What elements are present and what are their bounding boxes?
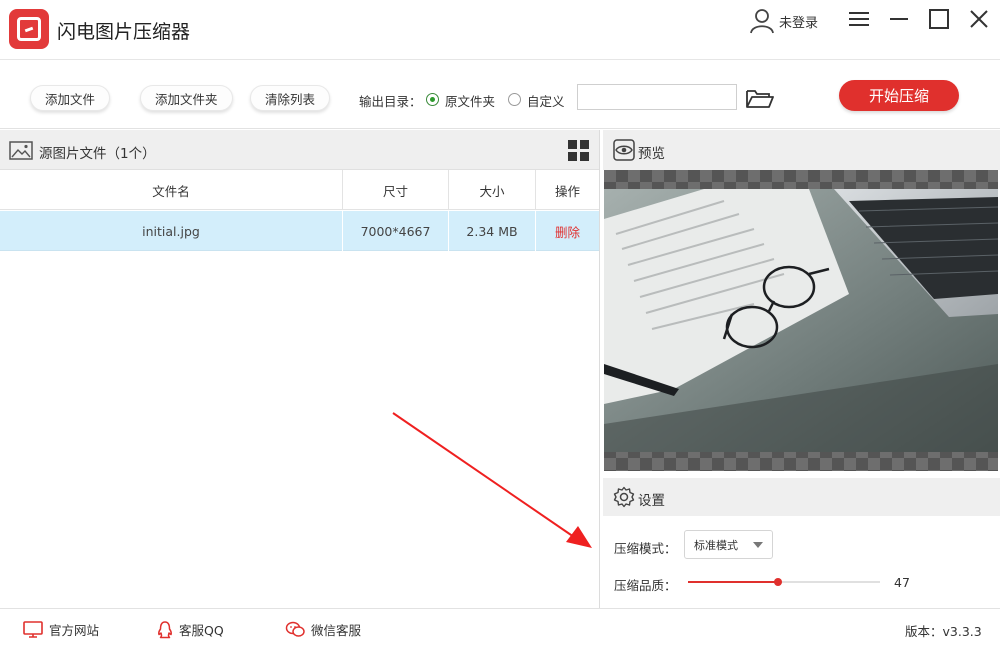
radio-custom-label[interactable]: 自定义 xyxy=(527,91,565,110)
grid-view-icon[interactable] xyxy=(568,140,589,161)
user-icon xyxy=(750,9,774,34)
customer-qq-link[interactable]: 客服QQ xyxy=(157,620,224,639)
title-bar: 闪电图片压缩器 未登录 xyxy=(0,0,1000,60)
close-icon[interactable] xyxy=(967,8,991,30)
version-label: 版本：v3.3.3 xyxy=(905,624,982,639)
radio-original-folder[interactable] xyxy=(426,93,439,106)
wechat-service-label: 微信客服 xyxy=(311,623,362,638)
customer-qq-label: 客服QQ xyxy=(179,623,224,638)
cell-filename: initial.jpg xyxy=(0,211,343,251)
official-website-label: 官方网站 xyxy=(49,623,100,638)
delete-link[interactable]: 删除 xyxy=(536,211,599,251)
radio-custom-folder[interactable] xyxy=(508,93,521,106)
add-folder-button[interactable]: 添加文件夹 xyxy=(140,85,233,111)
monitor-icon xyxy=(23,621,43,638)
table-header: 文件名 尺寸 大小 操作 xyxy=(0,170,599,210)
mode-value: 标准模式 xyxy=(694,538,738,552)
radio-original-label[interactable]: 原文件夹 xyxy=(445,91,495,110)
official-website-link[interactable]: 官方网站 xyxy=(23,620,99,639)
qq-icon xyxy=(158,620,172,638)
cell-filesize: 2.34 MB xyxy=(449,211,536,251)
col-filename[interactable]: 文件名 xyxy=(0,170,343,210)
output-path-input[interactable] xyxy=(577,84,737,110)
footer: 官方网站 客服QQ 微信客服 版本：v3.3.3 xyxy=(0,608,1000,646)
eye-icon xyxy=(613,139,635,161)
col-dimensions[interactable]: 尺寸 xyxy=(343,170,449,210)
file-list-title: 源图片文件（1个） xyxy=(39,146,156,162)
col-filesize[interactable]: 大小 xyxy=(449,170,536,210)
table-row[interactable]: initial.jpg 7000*4667 2.34 MB 删除 xyxy=(0,211,599,251)
preview-image xyxy=(604,189,998,452)
clear-list-button[interactable]: 清除列表 xyxy=(250,85,331,111)
quality-value: 47 xyxy=(894,575,910,590)
settings-header: 设置 xyxy=(603,478,1000,516)
logo-icon xyxy=(9,9,49,49)
quality-slider[interactable] xyxy=(688,578,880,586)
menu-icon[interactable] xyxy=(847,8,871,30)
toolbar: 添加文件 添加文件夹 清除列表 输出目录： 原文件夹 自定义 开始压缩 xyxy=(0,61,1000,129)
image-icon xyxy=(9,141,33,160)
panel-divider xyxy=(599,130,600,608)
settings-title: 设置 xyxy=(638,493,665,509)
file-list-header: 源图片文件（1个） xyxy=(0,130,599,170)
wechat-icon xyxy=(285,621,305,637)
col-action: 操作 xyxy=(554,183,580,199)
start-compress-button[interactable]: 开始压缩 xyxy=(839,80,959,111)
preview-area xyxy=(604,170,998,471)
cell-dimensions: 7000*4667 xyxy=(343,211,449,251)
folder-open-icon[interactable] xyxy=(745,87,775,109)
add-file-button[interactable]: 添加文件 xyxy=(30,85,111,111)
output-dir-label: 输出目录： xyxy=(359,94,422,109)
chevron-down-icon xyxy=(753,542,763,548)
wechat-service-link[interactable]: 微信客服 xyxy=(285,620,361,639)
login-label: 未登录 xyxy=(779,15,819,31)
quality-slider-handle[interactable] xyxy=(774,578,783,586)
app-title: 闪电图片压缩器 xyxy=(57,21,191,43)
mode-label: 压缩模式： xyxy=(614,541,677,556)
minimize-icon[interactable] xyxy=(887,8,911,30)
preview-title: 预览 xyxy=(638,146,665,162)
preview-header: 预览 xyxy=(603,130,1000,170)
quality-label: 压缩品质： xyxy=(614,578,677,593)
login-button[interactable]: 未登录 xyxy=(749,8,818,34)
gear-icon xyxy=(613,486,635,508)
mode-select[interactable]: 标准模式 xyxy=(684,530,773,559)
quality-slider-fill xyxy=(688,581,779,583)
maximize-icon[interactable] xyxy=(927,8,951,30)
